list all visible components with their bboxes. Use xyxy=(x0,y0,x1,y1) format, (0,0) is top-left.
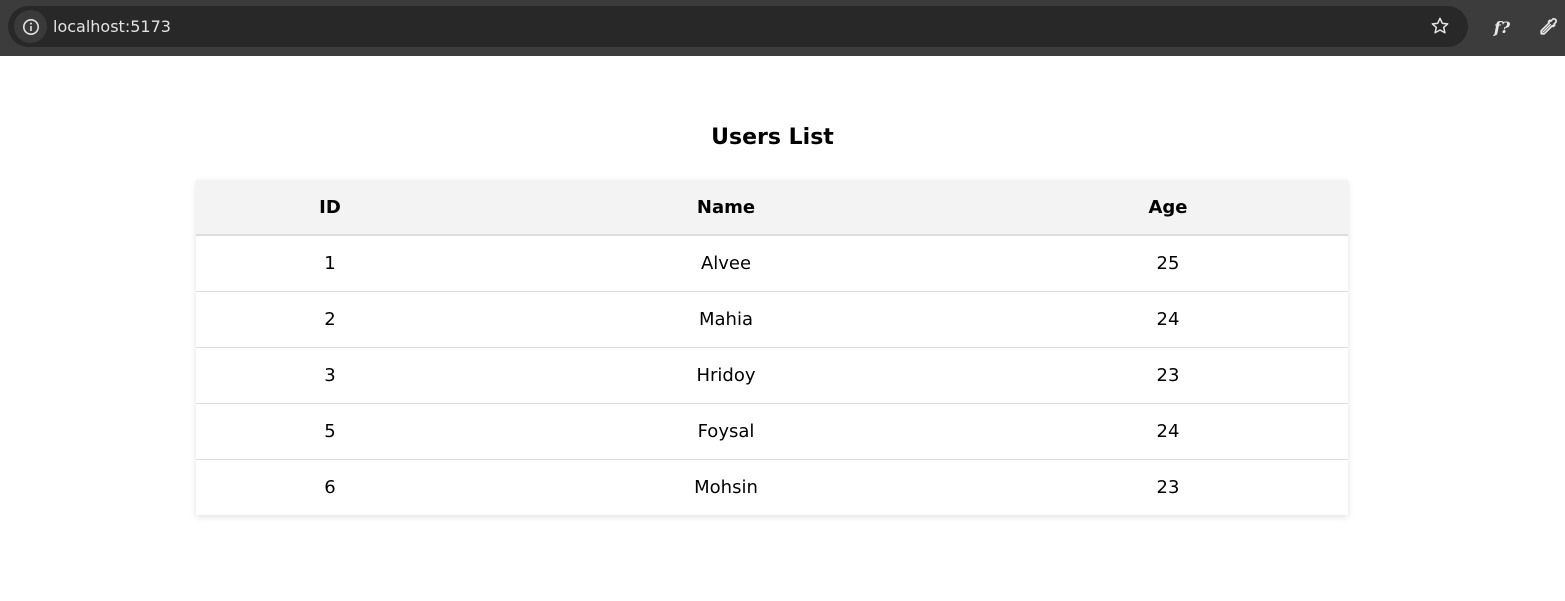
address-bar[interactable]: localhost:5173 xyxy=(8,6,1468,47)
table-header-row: ID Name Age xyxy=(196,180,1348,235)
page-title: Users List xyxy=(711,125,834,150)
browser-toolbar: localhost:5173 f? xyxy=(0,0,1565,56)
cell-name: Foysal xyxy=(697,420,755,442)
cell-age: 24 xyxy=(1156,420,1180,442)
cell-age: 23 xyxy=(1156,476,1180,498)
font-finder-icon[interactable]: f? xyxy=(1488,13,1516,41)
cell-age: 25 xyxy=(1156,252,1180,274)
cell-id: 5 xyxy=(324,420,336,442)
table-row: 2 Mahia 24 xyxy=(196,291,1348,347)
column-header-name: Name xyxy=(696,196,756,218)
cell-id: 6 xyxy=(324,476,336,498)
cell-name: Mohsin xyxy=(694,476,758,498)
table-row: 6 Mohsin 23 xyxy=(196,459,1348,515)
users-table-card: ID Name Age 1 Alvee 25 2 Mahia 24 3 Hrid… xyxy=(196,180,1348,515)
info-icon[interactable] xyxy=(14,10,47,43)
star-icon[interactable] xyxy=(1426,12,1454,40)
url-text[interactable]: localhost:5173 xyxy=(53,16,171,37)
color-picker-icon[interactable] xyxy=(1533,12,1563,42)
cell-name: Mahia xyxy=(699,308,753,330)
users-table: ID Name Age 1 Alvee 25 2 Mahia 24 3 Hrid… xyxy=(196,180,1348,515)
cell-name: Hridoy xyxy=(696,364,756,386)
table-row: 1 Alvee 25 xyxy=(196,235,1348,291)
cell-age: 23 xyxy=(1156,364,1180,386)
cell-id: 1 xyxy=(324,252,336,274)
cell-id: 3 xyxy=(324,364,336,386)
cell-age: 24 xyxy=(1156,308,1180,330)
table-row: 5 Foysal 24 xyxy=(196,403,1348,459)
column-header-id: ID xyxy=(319,196,341,218)
table-row: 3 Hridoy 23 xyxy=(196,347,1348,403)
cell-name: Alvee xyxy=(700,252,752,274)
font-finder-label: f? xyxy=(1493,17,1511,37)
column-header-age: Age xyxy=(1148,196,1188,218)
cell-id: 2 xyxy=(324,308,336,330)
